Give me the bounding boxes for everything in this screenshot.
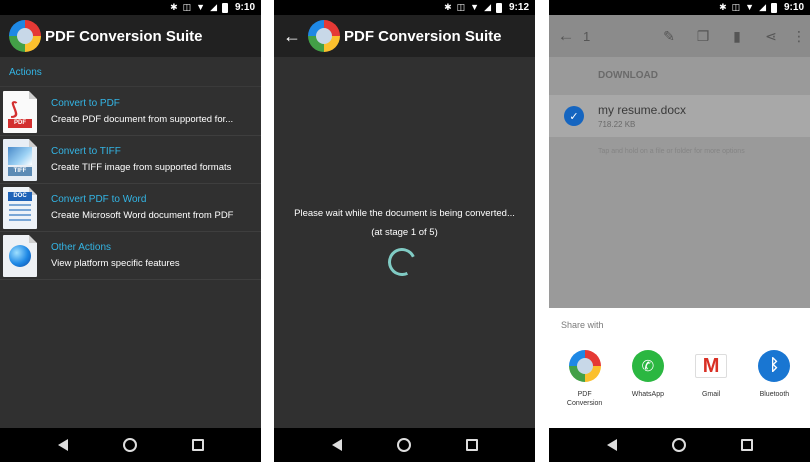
folder-label: DOWNLOAD [598,70,658,81]
app-bar: ← PDF Conversion Suite [274,15,535,57]
share-target-label: PDF Conversion [566,391,603,408]
selection-count: 1 [583,28,591,44]
share-sheet-title: Share with [561,320,604,330]
loading-spinner-icon [384,244,420,280]
file-size: 718.22 KB [598,120,636,129]
nav-recents-icon[interactable] [740,439,753,451]
app-logo-icon [9,20,41,52]
progress-message: Please wait while the document is being … [294,208,515,219]
nav-home-icon[interactable] [122,438,137,452]
action-description: Create PDF document from supported for..… [51,114,234,125]
status-time: 9:10 [783,2,804,13]
back-arrow-icon[interactable]: ← [280,26,304,47]
bluetooth-status-icon: ✱ [719,2,727,12]
share-target-pdf-conversion[interactable]: PDF Conversion [557,350,613,408]
share-target-gmail[interactable]: M Gmail [683,350,739,408]
action-item-convert-pdf-to-word[interactable]: DOC Convert PDF to Word Create Microsoft… [0,184,261,232]
app-title: PDF Conversion Suite [344,27,502,45]
battery-icon [221,2,228,13]
vibrate-icon: ◫ [731,2,741,12]
action-title: Convert to PDF [51,98,120,109]
nav-home-icon[interactable] [396,438,411,452]
selection-toolbar: ← 1 ✎ ❐ ▮ ⋖ ⋮ [549,15,810,57]
file-name: my resume.docx [598,103,687,117]
pdf-file-icon: ⟆ PDF [3,90,37,133]
check-icon[interactable]: ✓ [564,106,584,126]
signal-icon: ◢ [210,2,217,12]
share-target-label: WhatsApp [631,391,665,398]
action-description: Create Microsoft Word document from PDF [51,210,234,221]
bluetooth-status-icon: ✱ [170,2,178,12]
section-header-actions: Actions [0,57,261,87]
nav-home-icon[interactable] [671,438,686,452]
app-title: PDF Conversion Suite [45,27,203,45]
nav-recents-icon[interactable] [465,439,478,451]
status-time: 9:12 [508,2,529,13]
status-time: 9:10 [234,2,255,13]
action-item-convert-to-pdf[interactable]: ⟆ PDF Convert to PDF Create PDF document… [0,88,261,136]
bluetooth-icon: ᛒ [758,350,791,382]
nav-back-icon[interactable] [331,439,342,451]
status-bar: ✱ ◫ ▼ ◢ 9:10 [549,0,810,15]
back-arrow-icon[interactable]: ← [549,26,583,46]
action-title: Convert PDF to Word [51,194,147,205]
phone-screen-progress: ✱ ◫ ▼ ◢ 9:12 ← PDF Conversion Suite Plea… [274,0,535,462]
action-description: View platform specific features [51,258,180,269]
battery-icon [770,2,777,13]
action-item-other-actions[interactable]: Other Actions View platform specific fea… [0,232,261,280]
more-options-icon[interactable]: ⋮ [788,28,810,45]
status-bar: ✱ ◫ ▼ ◢ 9:10 [0,0,261,15]
copy-icon[interactable]: ❐ [686,28,720,45]
delete-icon[interactable]: ▮ [720,28,754,45]
action-title: Convert to TIFF [51,146,121,157]
action-title: Other Actions [51,242,112,253]
phone-screen-share: ✱ ◫ ▼ ◢ 9:10 ← 1 ✎ ❐ ▮ ⋖ ⋮ DOWNLOAD ✓ my… [549,0,810,462]
vibrate-icon: ◫ [456,2,466,12]
nav-back-icon[interactable] [57,439,68,451]
phone-screen-actions: ✱ ◫ ▼ ◢ 9:10 PDF Conversion Suite Action… [0,0,261,462]
action-list: ⟆ PDF Convert to PDF Create PDF document… [0,88,261,280]
share-target-bluetooth[interactable]: ᛒ Bluetooth [746,350,802,408]
vibrate-icon: ◫ [182,2,192,12]
app-logo-icon [308,20,340,52]
edit-icon[interactable]: ✎ [652,28,686,45]
wifi-icon: ▼ [470,2,480,12]
nav-recents-icon[interactable] [191,439,204,451]
status-bar: ✱ ◫ ▼ ◢ 9:12 [274,0,535,15]
tiff-file-icon: TIFF [3,138,37,181]
pdf-conversion-app-icon [568,350,601,382]
gmail-icon: M [695,354,728,378]
globe-icon [3,234,37,277]
whatsapp-icon: ✆ [631,350,664,382]
bluetooth-status-icon: ✱ [444,2,452,12]
wifi-icon: ▼ [196,2,206,12]
signal-icon: ◢ [759,2,766,12]
share-icon[interactable]: ⋖ [754,28,788,45]
app-bar: PDF Conversion Suite [0,15,261,57]
doc-file-icon: DOC [3,186,37,229]
file-browser-dimmed: ← 1 ✎ ❐ ▮ ⋖ ⋮ DOWNLOAD ✓ my resume.docx … [549,15,810,308]
navigation-bar [274,428,535,462]
share-target-label: Bluetooth [759,391,790,398]
battery-icon [495,2,502,13]
action-item-convert-to-tiff[interactable]: TIFF Convert to TIFF Create TIFF image f… [0,136,261,184]
share-targets: PDF Conversion ✆ WhatsApp M Gmail ᛒ Blue… [549,350,810,408]
navigation-bar [549,428,810,462]
signal-icon: ◢ [484,2,491,12]
share-target-label: Gmail [701,391,721,398]
nav-back-icon[interactable] [606,439,617,451]
navigation-bar [0,428,261,462]
hint-text: Tap and hold on a file or folder for mor… [598,148,745,155]
wifi-icon: ▼ [745,2,755,12]
action-description: Create TIFF image from supported formats [51,162,232,173]
progress-stage: (at stage 1 of 5) [371,227,438,238]
share-target-whatsapp[interactable]: ✆ WhatsApp [620,350,676,408]
share-sheet: Share with PDF Conversion ✆ WhatsApp M G… [549,308,810,428]
file-row-selected[interactable]: ✓ my resume.docx 718.22 KB [549,95,810,137]
